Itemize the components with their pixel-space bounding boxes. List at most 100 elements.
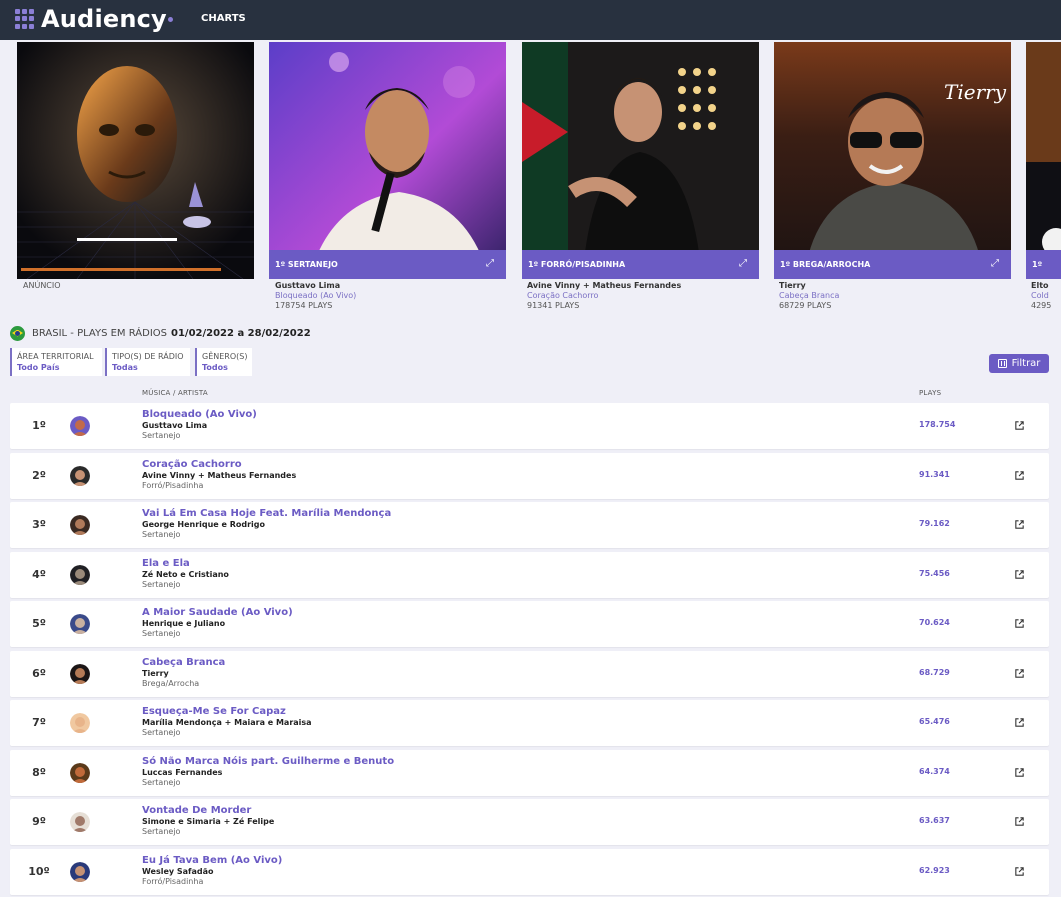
nav-charts-link[interactable]: CHARTS (201, 13, 246, 24)
song-title[interactable]: Eu Já Tava Bem (Ao Vivo) (142, 855, 282, 866)
song-title[interactable]: Esqueça-Me Se For Capaz (142, 706, 286, 717)
artist-name[interactable]: George Henrique e Rodrigo (142, 520, 265, 529)
table-row[interactable]: 1º Bloqueado (Ao Vivo) Gusttavo Lima Sertan… (10, 403, 1049, 449)
artist-name[interactable]: Avine Vinny + Matheus Fernandes (142, 471, 296, 480)
song-title[interactable]: Só Não Marca Nóis part. Guilherme e Benu… (142, 756, 394, 767)
card-band: 1º BREGA/ARROCHA ⤢ (774, 250, 1011, 279)
song-title[interactable]: A Maior Saudade (Ao Vivo) (142, 607, 293, 618)
column-header-plays: PLAYS (919, 389, 942, 397)
date-range: 01/02/2022 a 28/02/2022 (171, 327, 311, 339)
card-song[interactable]: Cabeça Branca (779, 291, 839, 301)
artist-photo-tierry (774, 42, 1011, 279)
play-count: 75.456 (919, 569, 950, 578)
expand-icon[interactable]: ⤢ (739, 259, 749, 269)
filter-genre[interactable]: GÊNERO(S) Todos (195, 348, 252, 376)
card-artist[interactable]: Gusttavo Lima (275, 281, 356, 291)
artist-photo-avine-vinny (522, 42, 759, 279)
card-band: 1º FORRÓ/PISADINHA ⤢ (522, 250, 759, 279)
external-link-icon[interactable] (1014, 816, 1025, 827)
external-link-icon[interactable] (1014, 519, 1025, 530)
external-link-icon[interactable] (1014, 420, 1025, 431)
artist-avatar (70, 466, 90, 486)
artist-name[interactable]: Marília Mendonça + Maiara e Maraisa (142, 718, 312, 727)
column-header-music: MÚSICA / ARTISTA (142, 389, 208, 397)
song-title[interactable]: Cabeça Branca (142, 657, 225, 668)
artist-name[interactable]: Tierry (142, 669, 169, 678)
table-row[interactable]: 4º Ela e Ela Zé Neto e Cristiano Sertanejo 7… (10, 552, 1049, 598)
table-row[interactable]: 3º Vai Lá Em Casa Hoje Feat. Marília Mend… (10, 502, 1049, 548)
card-artist[interactable]: Elto (1031, 281, 1051, 291)
filter-value: Todo País (17, 363, 60, 372)
artist-avatar (70, 515, 90, 535)
external-link-icon[interactable] (1014, 668, 1025, 679)
external-link-icon[interactable] (1014, 767, 1025, 778)
table-row[interactable]: 6º Cabeça Branca Tierry Brega/Arrocha 68.729 (10, 651, 1049, 697)
artist-name[interactable]: Luccas Fernandes (142, 768, 222, 777)
filter-title: TIPO(S) DE RÁDIO (112, 352, 184, 361)
artist-photo-elton (1026, 42, 1061, 279)
genre-label: Forró/Pisadinha (142, 481, 204, 490)
external-link-icon[interactable] (1014, 717, 1025, 728)
song-title[interactable]: Bloqueado (Ao Vivo) (142, 409, 257, 420)
table-row[interactable]: 9º Vontade De Morder Simone e Simaria + Zé… (10, 799, 1049, 845)
genre-label: Forró/Pisadinha (142, 877, 204, 886)
logo-text: Audiency (41, 5, 167, 33)
card-song[interactable]: Cold (1031, 291, 1051, 301)
filter-radio-type[interactable]: TIPO(S) DE RÁDIO Todas (105, 348, 190, 376)
table-row[interactable]: 10º Eu Já Tava Bem (Ao Vivo) Wesley Safadã… (10, 849, 1049, 895)
external-link-icon[interactable] (1014, 618, 1025, 629)
card-band: 1º (1026, 250, 1061, 279)
ad-artwork-image (17, 42, 254, 279)
table-row[interactable]: 5º A Maior Saudade (Ao Vivo) Henrique e Ju… (10, 601, 1049, 647)
table-row[interactable]: 2º Coração Cachorro Avine Vinny + Matheus … (10, 453, 1049, 499)
ad-banner[interactable] (17, 42, 254, 279)
expand-icon[interactable]: ⤢ (991, 259, 1001, 269)
song-title[interactable]: Coração Cachorro (142, 459, 242, 470)
artist-name[interactable]: Simone e Simaria + Zé Felipe (142, 817, 274, 826)
card-song[interactable]: Coração Cachorro (527, 291, 681, 301)
play-count: 79.162 (919, 519, 950, 528)
rank-position: 4º (32, 568, 46, 581)
card-genre-label: 1º FORRÓ/PISADINHA (528, 260, 626, 269)
rank-position: 5º (32, 617, 46, 630)
card-artist[interactable]: Tierry (779, 281, 839, 291)
ad-label: ANÚNCIO (23, 281, 61, 290)
filter-value: Todas (112, 363, 138, 372)
card-plays: 178754 PLAYS (275, 301, 333, 310)
audiency-logo[interactable]: Audiency (15, 5, 173, 33)
top-card-sertanejo[interactable]: 1º SERTANEJO ⤢ (269, 42, 506, 279)
filter-button[interactable]: Filtrar (989, 354, 1049, 373)
expand-icon[interactable]: ⤢ (486, 259, 496, 269)
artist-name[interactable]: Zé Neto e Cristiano (142, 570, 229, 579)
external-link-icon[interactable] (1014, 569, 1025, 580)
external-link-icon[interactable] (1014, 866, 1025, 877)
artist-name[interactable]: Gusttavo Lima (142, 421, 207, 430)
card-plays: 91341 PLAYS (527, 301, 580, 310)
top-card-brega-arrocha[interactable]: 1º BREGA/ARROCHA ⤢ Tierry (774, 42, 1011, 279)
card-meta: Elto Cold 4295 (1031, 281, 1051, 311)
filter-title: GÊNERO(S) (202, 352, 248, 361)
card-song[interactable]: Bloqueado (Ao Vivo) (275, 291, 356, 301)
play-count: 68.729 (919, 668, 950, 677)
artist-name[interactable]: Henrique e Juliano (142, 619, 225, 628)
card-artist[interactable]: Avine Vinny + Matheus Fernandes (527, 281, 681, 291)
play-count: 178.754 (919, 420, 956, 429)
table-row[interactable]: 8º Só Não Marca Nóis part. Guilherme e Be… (10, 750, 1049, 796)
play-count: 70.624 (919, 618, 950, 627)
card-genre-label: 1º BREGA/ARROCHA (780, 260, 871, 269)
card-meta: Tierry Cabeça Branca 68729 PLAYS (779, 281, 839, 311)
play-count: 63.637 (919, 816, 950, 825)
filter-area-territorial[interactable]: ÁREA TERRITORIAL Todo País (10, 348, 102, 376)
genre-label: Sertanejo (142, 530, 181, 539)
external-link-icon[interactable] (1014, 470, 1025, 481)
table-row[interactable]: 7º Esqueça-Me Se For Capaz Marília Mendonç… (10, 700, 1049, 746)
brazil-flag-icon (10, 325, 25, 341)
song-title[interactable]: Vontade De Morder (142, 805, 251, 816)
top-card-forro-pisadinha[interactable]: 1º FORRÓ/PISADINHA ⤢ (522, 42, 759, 279)
region-text: BRASIL - PLAYS EM RÁDIOS (32, 327, 167, 339)
artist-avatar (70, 565, 90, 585)
top-card-partial[interactable]: 1º (1026, 42, 1061, 279)
song-title[interactable]: Ela e Ela (142, 558, 190, 569)
song-title[interactable]: Vai Lá Em Casa Hoje Feat. Marília Mendon… (142, 508, 391, 519)
artist-name[interactable]: Wesley Safadão (142, 867, 214, 876)
